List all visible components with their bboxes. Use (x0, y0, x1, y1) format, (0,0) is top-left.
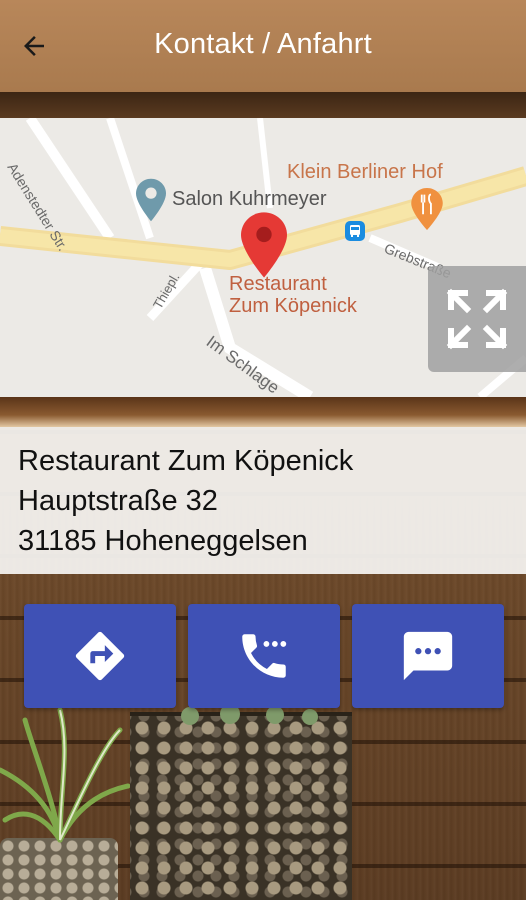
message-icon (403, 631, 453, 681)
fullscreen-button[interactable] (428, 266, 526, 372)
map-label-salon[interactable]: Salon Kuhrmeyer (172, 188, 327, 211)
bus-stop-icon[interactable] (344, 220, 366, 242)
map-label-restaurant-line2: Zum Köpenick (229, 295, 357, 317)
call-button[interactable] (188, 604, 340, 708)
app-bar: Kontakt / Anfahrt (0, 0, 526, 92)
decor-shelf (0, 397, 526, 427)
location-pin-icon[interactable] (241, 212, 287, 278)
map-label-restaurant-line1: Restaurant (229, 273, 327, 295)
page-title: Kontakt / Anfahrt (154, 28, 372, 60)
phone-icon (242, 634, 287, 678)
map-view[interactable]: Adenstedter Str. Grebstraße Thiepl. Im S… (0, 118, 526, 397)
place-pin-icon[interactable] (136, 178, 166, 222)
address-street: Hauptstraße 32 (18, 485, 218, 517)
restaurant-pin-icon[interactable] (411, 188, 443, 230)
message-button[interactable] (352, 604, 504, 708)
map-label-klein-berliner-hof[interactable]: Klein Berliner Hof (287, 161, 443, 184)
directions-icon (75, 631, 125, 681)
decor-plant (0, 707, 130, 843)
fullscreen-icon (446, 288, 508, 350)
decor-gabion-planter (130, 712, 352, 900)
address-city: 31185 Hoheneggelsen (18, 525, 308, 557)
restaurant-name: Restaurant Zum Köpenick (18, 445, 354, 477)
map-label-restaurant[interactable]: Restaurant Zum Köpenick (229, 273, 357, 317)
directions-button[interactable] (24, 604, 176, 708)
decor-strip (0, 92, 526, 118)
address-card: Restaurant Zum Köpenick Hauptstraße 32 3… (0, 427, 526, 574)
